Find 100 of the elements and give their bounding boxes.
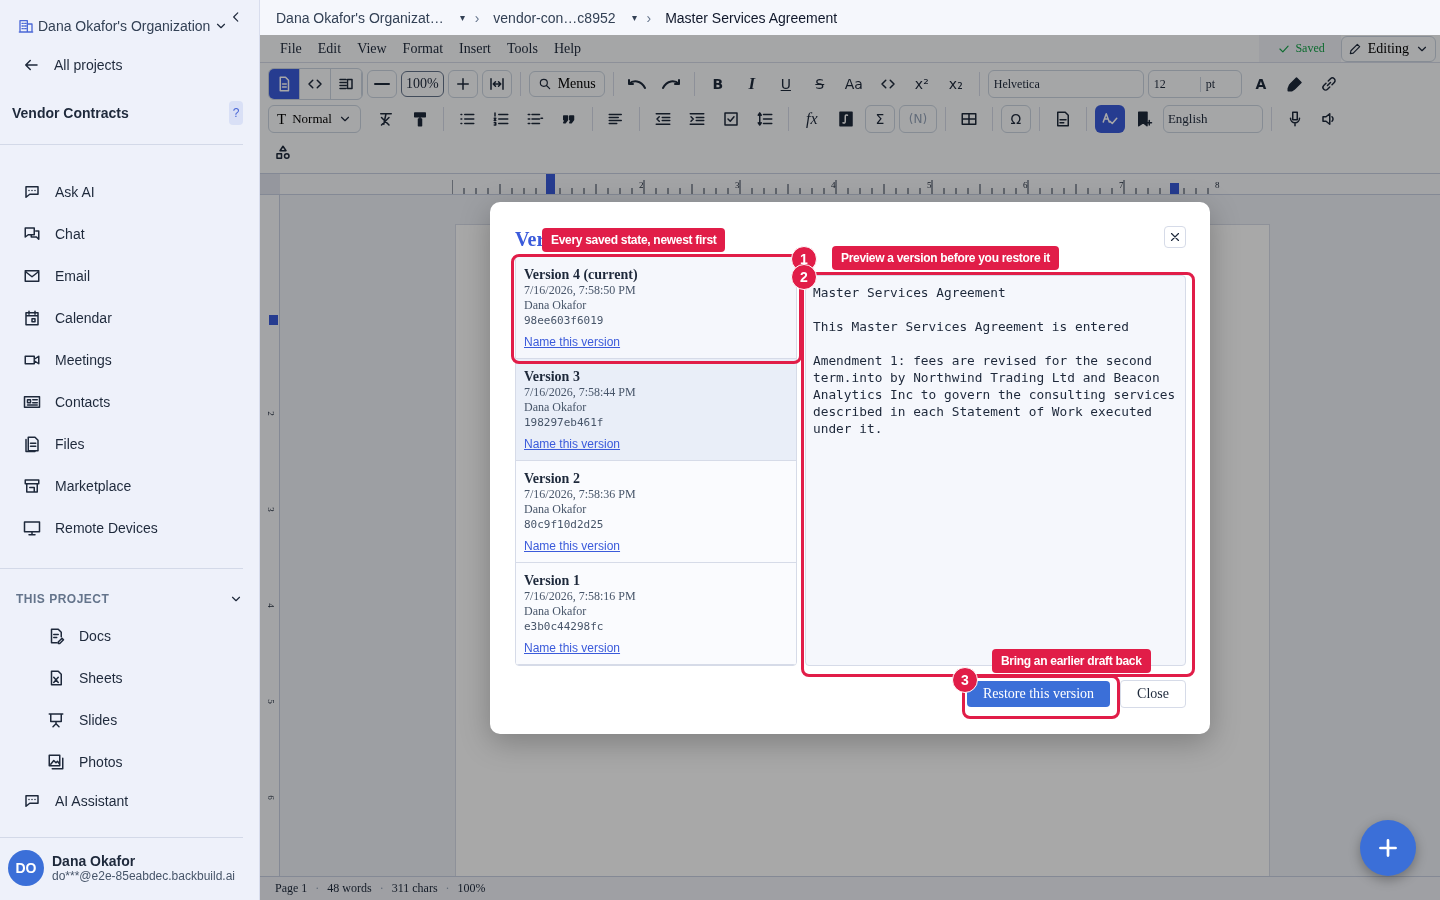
pencil-icon (1347, 41, 1362, 56)
menu-item[interactable]: Tools (498, 40, 546, 57)
search-menus-button[interactable]: Menus (528, 71, 605, 97)
menu-item[interactable]: Format (394, 40, 452, 57)
ai-assistant-item[interactable]: AI Assistant (0, 784, 243, 818)
version-item[interactable]: Version 3 7/16/2026, 7:58:44 PM Dana Okafor 198297eb461f Name this version (516, 358, 796, 461)
version-time: 7/16/2026, 7:58:44 PM (524, 384, 636, 400)
sum-button[interactable]: Σ (864, 105, 895, 133)
name-version-link[interactable]: Name this version (524, 436, 621, 451)
line-spacing-icon (755, 110, 774, 128)
ruler-number: 6 (1023, 180, 1028, 190)
status-separator: · (315, 881, 320, 896)
format-button[interactable]: S (804, 70, 835, 98)
id-card-icon (23, 393, 41, 411)
font-select[interactable]: Helvetica (987, 70, 1144, 98)
unit-select[interactable]: pt (1200, 76, 1216, 92)
nav-item[interactable]: Email (0, 255, 243, 297)
name-version-link[interactable]: Name this version (524, 640, 621, 655)
format-button[interactable]: Aa (838, 70, 869, 98)
project-app-item[interactable]: Docs (0, 615, 243, 657)
nav-item[interactable]: Remote Devices (0, 507, 243, 549)
all-projects-link[interactable]: All projects (0, 36, 243, 75)
help-button[interactable]: ? (229, 101, 243, 125)
breadcrumb-item[interactable]: Master Services Agreement (665, 9, 838, 26)
breadcrumb-separator: › (474, 9, 480, 26)
breadcrumb-item[interactable]: vendor-con…c8952 (493, 9, 616, 26)
nav-item[interactable]: Meetings (0, 339, 243, 381)
paragraph-style-select[interactable]: T Normal (268, 105, 361, 133)
font-size-field[interactable]: 12 (1148, 76, 1201, 92)
menu-item[interactable]: Insert (451, 40, 499, 57)
name-version-link[interactable]: Name this version (524, 538, 621, 553)
nav-item[interactable]: Files (0, 423, 243, 465)
format-button[interactable]: B (702, 70, 733, 98)
nav-item[interactable]: Chat (0, 213, 243, 255)
zoom-out-button[interactable] (367, 70, 397, 98)
close-button[interactable] (1164, 225, 1186, 248)
menu-item[interactable]: View (349, 40, 395, 57)
dropdown-caret[interactable]: ▾ (631, 12, 637, 23)
nav-item[interactable]: Calendar (0, 297, 243, 339)
nav-item[interactable]: Ask AI (0, 171, 243, 213)
monitor-icon (23, 519, 41, 537)
project-app-item[interactable]: Photos (0, 741, 243, 783)
dropdown-caret[interactable]: ▾ (459, 12, 465, 23)
spellcheck-button[interactable] (1094, 105, 1125, 133)
format-button[interactable]: U (770, 70, 801, 98)
editing-mode-button[interactable]: Editing (1340, 35, 1436, 62)
integral-icon (836, 110, 855, 128)
page-view-button[interactable] (269, 69, 300, 99)
language-field[interactable]: English (1162, 105, 1263, 133)
name-version-link[interactable]: Name this version (524, 334, 621, 349)
menu-item[interactable]: File (272, 40, 310, 57)
version-item[interactable]: Version 2 7/16/2026, 7:58:36 PM Dana Okafor 80c9f10d2d25 Name this version (516, 460, 796, 563)
organization-name[interactable]: Dana Okafor's Organization (38, 18, 211, 34)
fit-width-button[interactable] (481, 70, 512, 98)
project-app-item[interactable]: Slides (0, 699, 243, 741)
ruler-number: 3 (735, 180, 740, 190)
zoom-field[interactable]: 100% (401, 71, 444, 97)
nav-item[interactable]: Marketplace (0, 465, 243, 507)
undo-icon (627, 79, 646, 89)
step-badge: 3 (952, 666, 978, 693)
preview-paragraph: Amendment 1: fees are revised for the second term.into by Northwind Trading Ltd and Beacon Analytics Inc to govern the consulting services described in each Statement of Work executed under it. (813, 351, 1177, 437)
close-dialog-button[interactable]: Close (1120, 679, 1186, 708)
indent-marker[interactable] (269, 315, 278, 325)
project-app-item[interactable]: Sheets (0, 657, 243, 699)
chat-bubble-icon (23, 183, 41, 201)
indent-marker[interactable] (1170, 183, 1179, 194)
status-text: 311 chars (391, 881, 438, 896)
menu-item[interactable]: Edit (309, 40, 350, 57)
status-text: Page 1 (275, 881, 308, 896)
ruler-number: 8 (1215, 180, 1220, 190)
ruler-number: 6 (265, 795, 276, 800)
building-icon (18, 18, 34, 34)
fit-width-icon (487, 75, 506, 93)
shapes-icon (274, 144, 292, 162)
font-color-button[interactable]: A (1245, 70, 1276, 98)
chat-bubble-icon (23, 792, 41, 810)
status-text: 100% (457, 881, 486, 896)
version-item[interactable]: Version 4 (current) 7/16/2026, 7:58:50 PM Dana Okafor 98ee603f6019 Name this version (516, 256, 796, 359)
script-button[interactable]: x² (906, 70, 937, 98)
script-button[interactable]: x₂ (940, 70, 971, 98)
calendar-icon (23, 309, 41, 327)
checkbox-icon (721, 110, 740, 128)
version-hash: 198297eb461f (524, 414, 604, 431)
indent-marker[interactable] (546, 174, 555, 194)
minus-icon (374, 82, 390, 86)
format-button[interactable]: I (736, 70, 767, 98)
version-author: Dana Okafor (524, 399, 587, 415)
menu-item[interactable]: Help (545, 40, 590, 57)
numbered-list-icon (491, 110, 510, 128)
ruler-number: 3 (265, 507, 276, 512)
tour-callout: Every saved state, newest first (542, 227, 726, 252)
redo-icon (661, 79, 680, 89)
ruler-number: 5 (265, 699, 276, 704)
version-item[interactable]: Version 1 7/16/2026, 7:58:16 PM Dana Okafor e3b0c44298fc Name this version (516, 562, 796, 665)
zoom-in-button[interactable] (447, 70, 478, 98)
breadcrumb-item[interactable]: Dana Okafor's Organizat… (276, 9, 444, 26)
formula-button[interactable]: fx (796, 105, 827, 133)
nav-item[interactable]: Contacts (0, 381, 243, 423)
special-character-button[interactable]: Ω (1000, 105, 1031, 133)
easel-icon (47, 711, 65, 729)
